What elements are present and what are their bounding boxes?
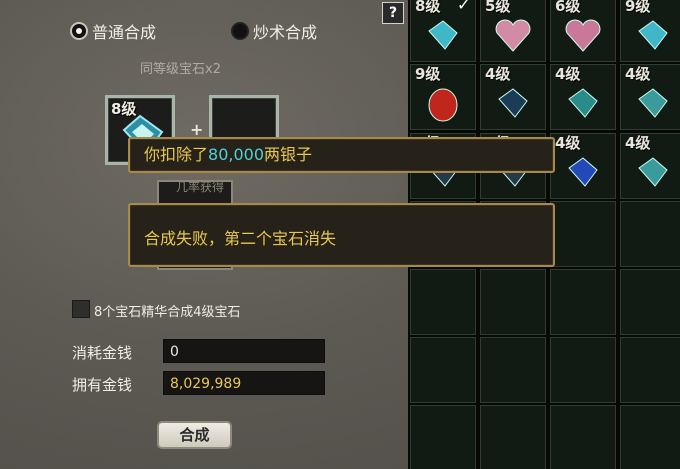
teal-gem-icon [638, 88, 668, 118]
teal-gem-icon [568, 88, 598, 118]
inventory-slot[interactable] [410, 269, 476, 335]
deduct-suffix: 两银子 [264, 145, 313, 164]
inventory-slot-level: 9级 [415, 65, 441, 83]
radio-skill-label: 炒术合成 [253, 23, 318, 42]
compose-button[interactable]: 合成 [157, 421, 232, 449]
fail-message-toast: 合成失败，第二个宝石消失 [128, 203, 555, 267]
inventory-slot-level: 4级 [555, 65, 581, 83]
inventory-slot[interactable] [550, 405, 616, 469]
inventory-slot[interactable] [550, 201, 616, 267]
inventory-slot[interactable] [550, 337, 616, 403]
inventory-slot[interactable]: 4级 [620, 133, 680, 199]
cost-money-value: 0 [163, 339, 325, 363]
inventory-slot-level: 4级 [625, 65, 651, 83]
inventory-slot[interactable]: 8级 ✓ [410, 0, 476, 62]
deduct-amount: 80,000 [208, 145, 264, 164]
teal-gem-icon [638, 157, 668, 187]
inventory-slot-level: 9级 [625, 0, 651, 15]
radio-selected-icon [70, 22, 88, 40]
inventory-slot[interactable] [480, 337, 546, 403]
radio-normal-label: 普通合成 [92, 23, 157, 42]
radio-normal-compose[interactable]: 普通合成 [70, 20, 156, 42]
blue-gem-icon [568, 157, 598, 187]
dark-blue-gem-icon [498, 88, 528, 118]
inventory-slot-level: 5级 [485, 0, 511, 15]
inventory-slot[interactable] [620, 201, 680, 267]
inventory-slot[interactable]: 6级 [550, 0, 616, 62]
own-money-label: 拥有金钱 [72, 376, 133, 394]
inventory-slot[interactable]: 4级 [480, 64, 546, 130]
gem-compose-window: 普通合成 炒术合成 ? 同等级宝石x2 8级 + 几率获得 8个宝石精华合成4级… [0, 0, 680, 469]
pink-heart-gem-icon [565, 19, 601, 52]
pink-heart-gem-icon [495, 19, 531, 52]
slot-1-level: 8级 [111, 100, 137, 118]
deduct-prefix: 你扣除了 [144, 145, 209, 164]
inventory-slot[interactable] [410, 337, 476, 403]
compose-subtitle: 同等级宝石x2 [140, 62, 221, 77]
cyan-gem-icon [428, 20, 458, 50]
inventory-slot[interactable]: 9级 [410, 64, 476, 130]
inventory-slot[interactable] [550, 269, 616, 335]
inventory-slot[interactable]: 4级 [550, 64, 616, 130]
inventory-slot[interactable] [620, 405, 680, 469]
deduct-message-toast: 你扣除了80,000两银子 [128, 137, 555, 173]
inventory-slot-level: 4级 [485, 65, 511, 83]
inventory-slot[interactable] [620, 337, 680, 403]
inventory-slot[interactable] [620, 269, 680, 335]
inventory-slot-level: 4级 [555, 134, 581, 152]
inventory-slot-level: 6级 [555, 0, 581, 15]
radio-unselected-icon [231, 22, 249, 40]
inventory-slot-level: 4级 [625, 134, 651, 152]
inventory-slot[interactable]: 4级 [550, 133, 616, 199]
own-money-value: 8,029,989 [163, 371, 325, 395]
help-button[interactable]: ? [382, 2, 404, 24]
result-probability-label: 几率获得 [176, 180, 225, 194]
check-icon: ✓ [457, 0, 471, 14]
inventory-slot[interactable] [410, 405, 476, 469]
essence-checkbox[interactable] [72, 300, 90, 318]
inventory-slot[interactable]: 9级 [620, 0, 680, 62]
inventory-slot[interactable] [480, 405, 546, 469]
radio-skill-compose[interactable]: 炒术合成 [231, 20, 317, 42]
inventory-slot[interactable]: 5级 [480, 0, 546, 62]
red-oval-gem-icon [428, 88, 458, 122]
inventory-slot[interactable]: 4级 [620, 64, 680, 130]
essence-checkbox-label: 8个宝石精华合成4级宝石 [94, 305, 241, 320]
inventory-slot-level: 8级 [415, 0, 441, 15]
inventory-slot[interactable] [480, 269, 546, 335]
cyan-gem-icon [638, 20, 668, 50]
cost-money-label: 消耗金钱 [72, 344, 133, 362]
fail-message: 合成失败，第二个宝石消失 [144, 229, 337, 248]
